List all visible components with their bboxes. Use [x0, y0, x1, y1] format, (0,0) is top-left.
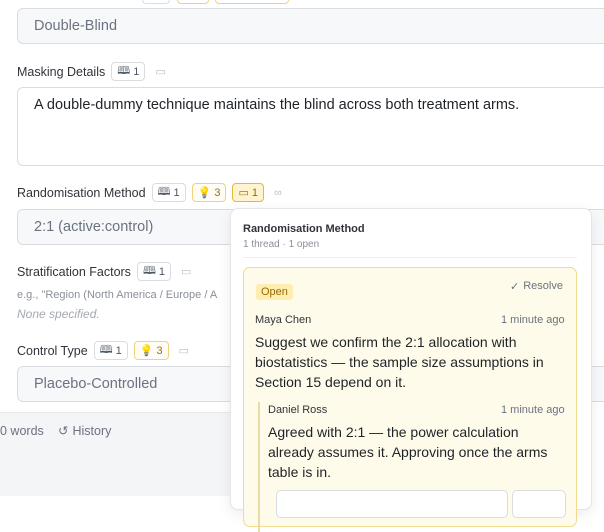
check-icon: ✓ — [510, 281, 520, 293]
stratification-label: Stratification Factors — [17, 264, 131, 279]
masking-label-row: Masking Details 🕮 1 ▭ — [17, 62, 166, 81]
history-button[interactable]: ↺ History — [58, 423, 112, 439]
cropped-chip-2 — [177, 0, 209, 4]
popover-divider — [243, 257, 577, 258]
comment-time: 1 minute ago — [501, 314, 565, 326]
stratification-ref-count: 1 — [158, 265, 166, 278]
stratification-hint: e.g., "Region (North America / Europe / … — [17, 289, 218, 301]
popover-title: Randomisation Method — [243, 223, 365, 235]
randomisation-comment-count: 1 — [251, 186, 259, 199]
resolve-label: Resolve — [523, 280, 563, 292]
add-comment-icon[interactable]: ▭ — [155, 65, 165, 78]
lightbulb-icon: 💡 — [139, 345, 154, 357]
randomisation-comment-chip[interactable]: ▭ 1 — [232, 183, 265, 202]
control-label-row: Control Type 🕮 1 💡 3 ▭ — [17, 341, 189, 360]
blinding-field[interactable]: Double-Blind — [17, 8, 604, 44]
control-idea-count: 3 — [156, 344, 163, 357]
book-icon: 🕮 — [157, 186, 171, 198]
reply-indent-line — [258, 402, 260, 532]
control-idea-chip[interactable]: 💡 3 — [133, 341, 169, 360]
masking-reference-chip[interactable]: 🕮 1 — [111, 62, 146, 81]
randomisation-label-row: Randomisation Method 🕮 1 💡 3 ▭ 1 ∞ — [17, 183, 282, 202]
control-reference-chip[interactable]: 🕮 1 — [93, 341, 128, 360]
book-icon: 🕮 — [99, 344, 113, 356]
randomisation-reference-chip[interactable]: 🕮 1 — [151, 183, 186, 202]
open-status-badge: Open — [256, 284, 293, 300]
randomisation-ref-count: 1 — [173, 186, 180, 199]
randomisation-idea-chip[interactable]: 💡 3 — [191, 183, 227, 202]
cropped-chip-3 — [215, 0, 289, 4]
editor-footer: 0 words ↺ History — [0, 412, 230, 496]
history-icon: ↺ — [58, 424, 69, 438]
randomisation-label: Randomisation Method — [17, 185, 146, 200]
masking-textarea[interactable]: A double-dummy technique maintains the b… — [17, 87, 604, 166]
stratification-reference-chip[interactable]: 🕮 1 — [136, 262, 172, 281]
comment-text: Suggest we confirm the 2:1 allocation wi… — [255, 334, 544, 390]
reply-author: Daniel Ross — [268, 404, 328, 416]
resolve-button[interactable]: ✓ Resolve — [510, 280, 563, 293]
add-comment-icon[interactable]: ▭ — [181, 265, 191, 278]
comment-author: Maya Chen — [255, 314, 312, 326]
word-count: 0 words — [0, 424, 44, 438]
randomisation-idea-count: 3 — [214, 186, 221, 199]
masking-ref-count: 1 — [133, 65, 140, 78]
comment-popover: Randomisation Method 1 thread · 1 open O… — [230, 208, 592, 532]
comment-thread: Open ✓ Resolve Maya Chen 1 minute ago Su… — [243, 267, 577, 532]
book-icon: 🕮 — [142, 265, 156, 277]
blinding-value: Double-Blind — [34, 18, 118, 34]
lightbulb-icon: 💡 — [197, 187, 212, 199]
stratification-label-row: Stratification Factors 🕮 1 ▭ — [17, 262, 191, 281]
stratification-empty: None specified. — [17, 307, 100, 321]
popover-subtitle: 1 thread · 1 open — [243, 239, 320, 250]
comment-icon: ▭ — [238, 187, 249, 199]
reply-text: Agreed with 2:1 — the power calculation … — [268, 424, 548, 480]
history-label: History — [72, 423, 112, 438]
add-comment-icon[interactable]: ▭ — [179, 344, 189, 357]
masking-value: A double-dummy technique maintains the b… — [34, 97, 520, 113]
control-value: Placebo-Controlled — [34, 376, 158, 392]
reply-time: 1 minute ago — [501, 404, 565, 416]
reply-input[interactable] — [276, 490, 508, 518]
randomisation-value: 2:1 (active:control) — [34, 219, 154, 235]
book-icon: 🕮 — [117, 65, 131, 77]
link-icon[interactable]: ∞ — [274, 187, 282, 199]
masking-label: Masking Details — [17, 64, 106, 79]
control-label: Control Type — [17, 343, 88, 358]
control-ref-count: 1 — [115, 344, 122, 357]
cropped-chip-1 — [142, 0, 170, 4]
reply-submit-button[interactable] — [512, 490, 566, 518]
